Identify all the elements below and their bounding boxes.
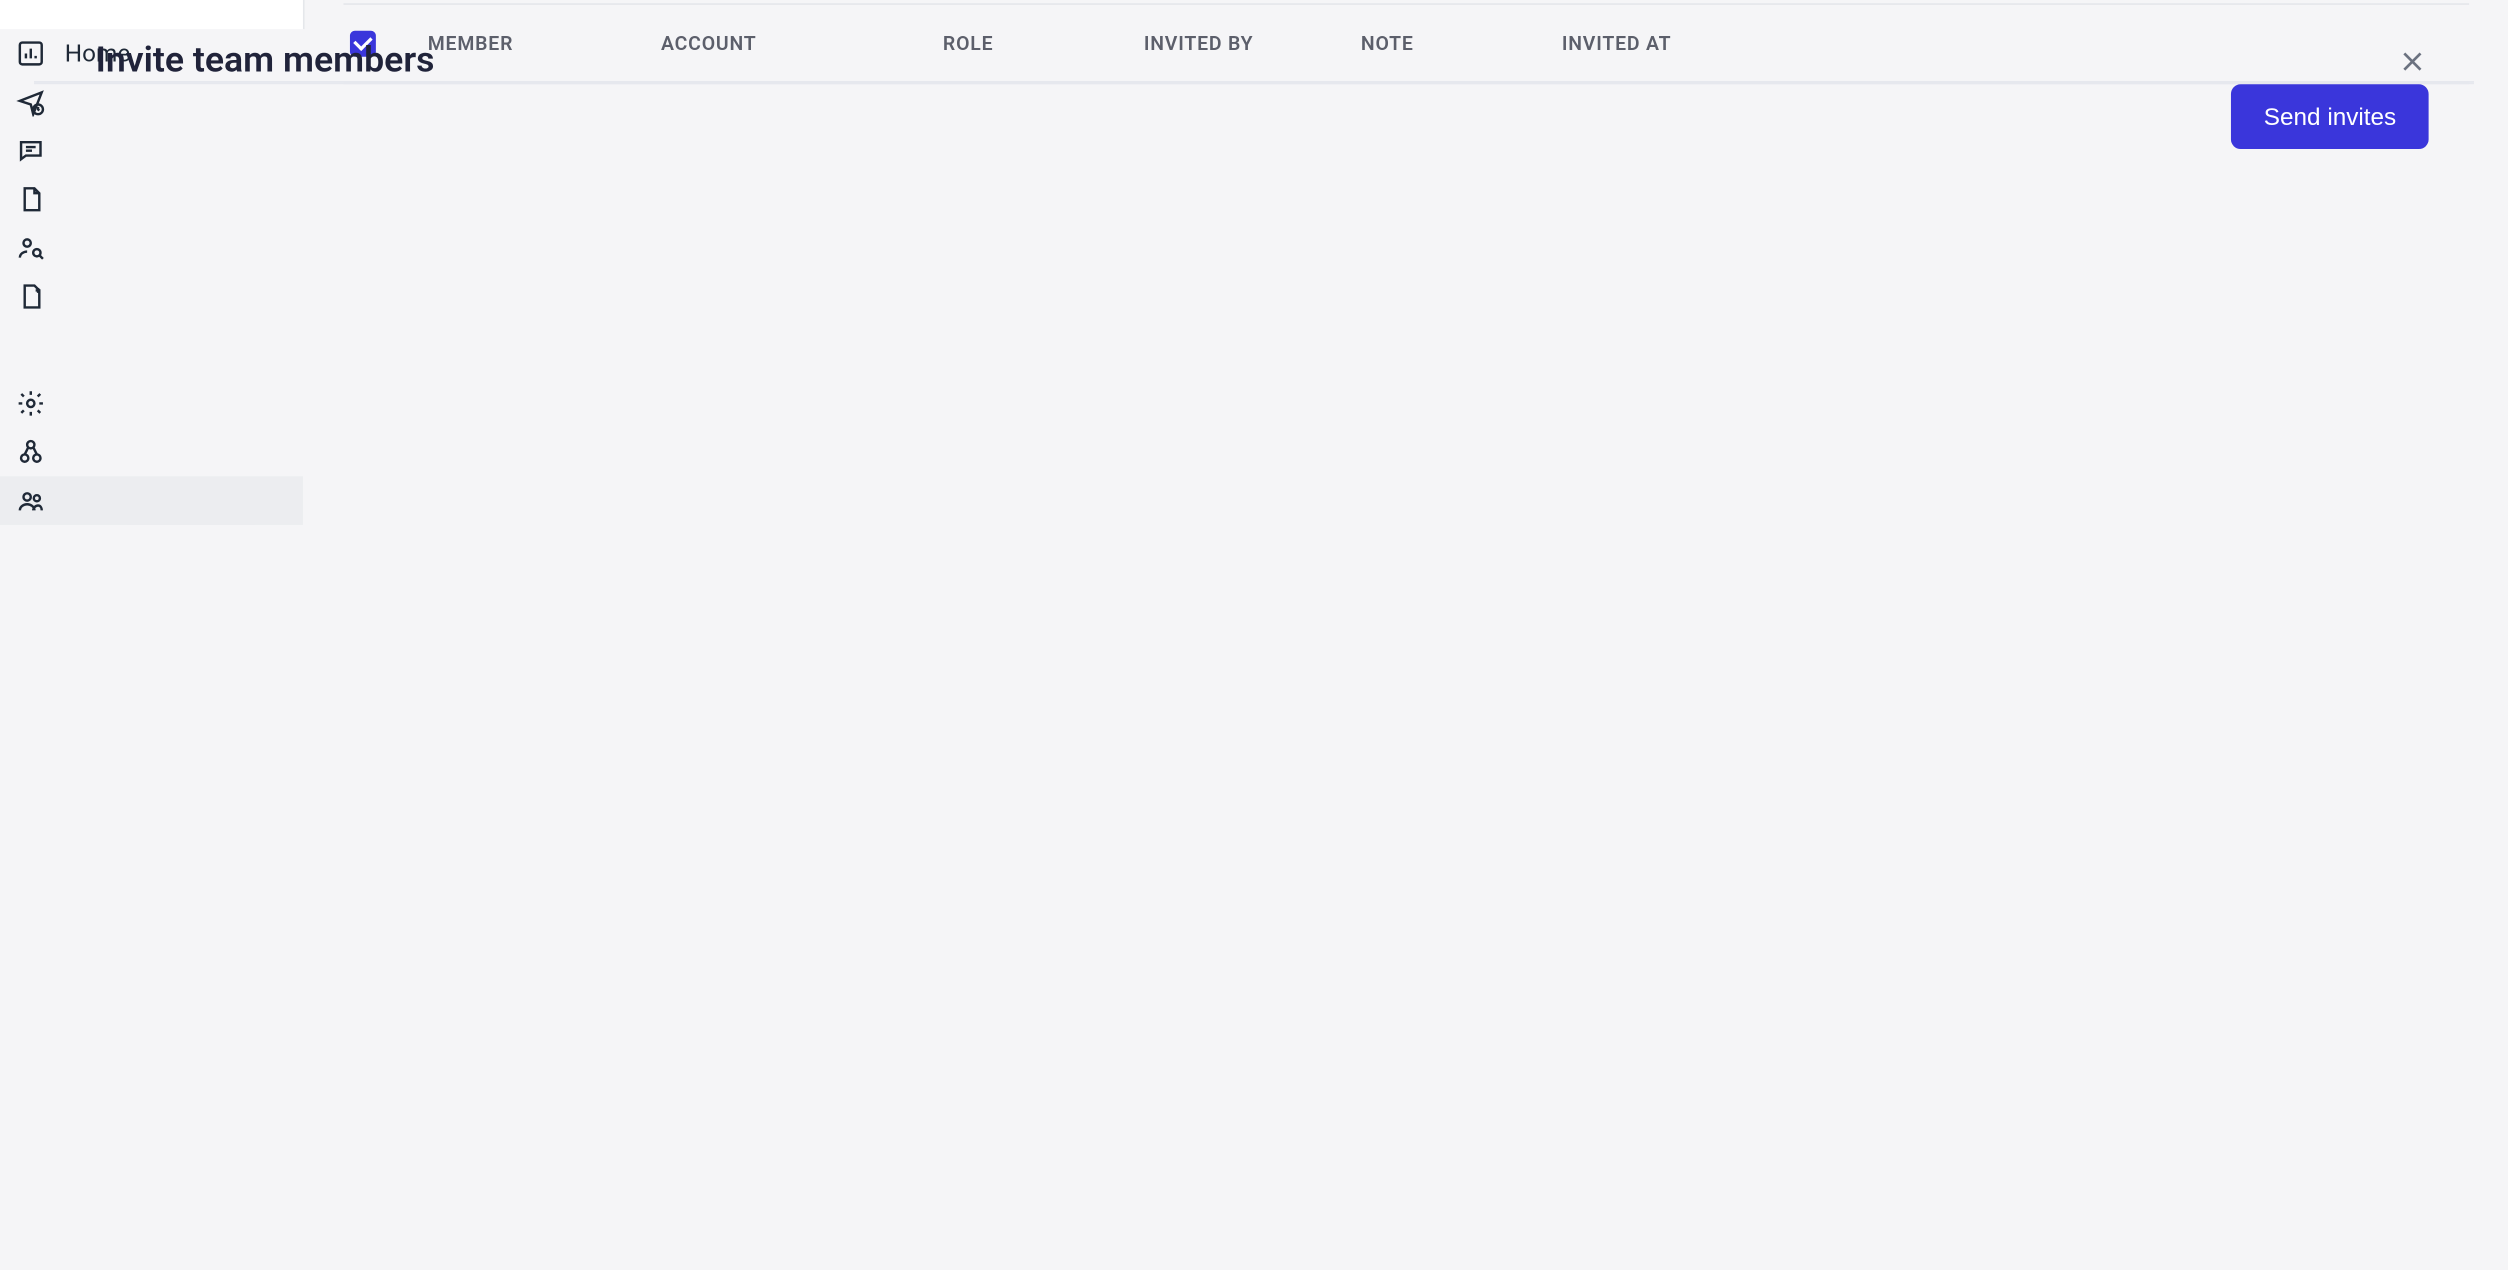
- document-plus-icon: [16, 282, 45, 311]
- nav-item-team[interactable]: [0, 476, 303, 525]
- modal-header: Invite team members: [34, 41, 2474, 83]
- send-invites-button[interactable]: Send invites: [2231, 84, 2428, 149]
- modal-footer: Send invites: [34, 83, 2474, 149]
- team-icon: [16, 486, 45, 515]
- person-search-icon: [16, 233, 45, 262]
- close-button[interactable]: [2396, 45, 2428, 77]
- background-sidebar: Home: [0, 0, 305, 29]
- nav-item-new-document[interactable]: [0, 272, 303, 321]
- gear-icon: [16, 389, 45, 418]
- document-icon: [16, 185, 45, 214]
- nav-item-documents[interactable]: [0, 175, 303, 224]
- nav-item-settings[interactable]: [0, 379, 303, 428]
- modal-title: Invite team members: [96, 41, 435, 82]
- nav-item-people[interactable]: [0, 224, 303, 273]
- webhook-icon: [16, 437, 45, 466]
- nav-item-integrations[interactable]: [0, 428, 303, 477]
